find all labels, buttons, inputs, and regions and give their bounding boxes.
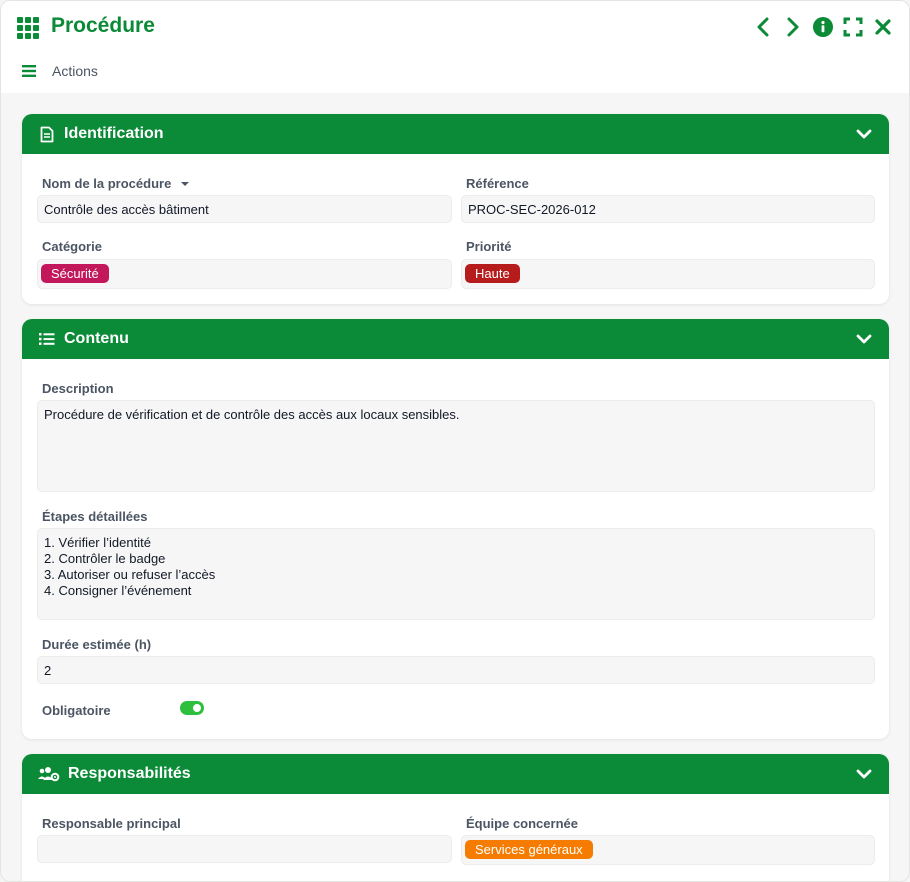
duration-field[interactable]: 2 — [37, 656, 875, 684]
responsibilities-header[interactable]: Responsabilités — [22, 754, 889, 794]
responsibilities-title: Responsabilités — [68, 765, 191, 782]
identification-header[interactable]: Identification — [22, 114, 889, 154]
chevron-right-icon — [787, 17, 799, 37]
chevron-down-icon[interactable] — [855, 125, 873, 143]
info-button[interactable] — [813, 15, 833, 39]
procedure-window: Procédure Actions Identification Nom de … — [0, 0, 910, 882]
reference-field[interactable]: PROC-SEC-2026-012 — [461, 195, 875, 223]
next-button[interactable] — [783, 15, 803, 39]
window-actions — [753, 15, 893, 39]
reference-label: Référence — [466, 176, 529, 191]
mandatory-label: Obligatoire — [42, 703, 111, 718]
chevron-down-icon[interactable] — [855, 330, 873, 348]
document-icon — [38, 125, 56, 143]
caret-down-icon[interactable] — [180, 180, 190, 188]
actions-menu[interactable]: Actions — [22, 63, 98, 79]
priority-high-tag: Haute — [465, 264, 520, 283]
info-icon — [813, 17, 833, 37]
content-section: Contenu Description Procédure de vérific… — [22, 319, 889, 739]
procedure-name-label[interactable]: Nom de la procédure — [42, 176, 190, 191]
priority-field[interactable]: Haute — [461, 259, 875, 289]
responsibilities-section: Responsabilités Responsable principal Éq… — [22, 754, 889, 881]
security-tag: Sécurité — [41, 264, 109, 283]
priority-label: Priorité — [466, 239, 512, 254]
hamburger-menu-icon — [22, 65, 36, 77]
duration-label: Durée estimée (h) — [42, 637, 152, 652]
chevron-left-icon — [757, 17, 769, 37]
team-label: Équipe concernée — [466, 816, 578, 831]
previous-button[interactable] — [753, 15, 773, 39]
team-field[interactable]: Services généraux — [461, 835, 875, 865]
top-bar: Procédure Actions — [1, 1, 909, 93]
procedure-name-label-text: Nom de la procédure — [42, 176, 172, 191]
steps-field[interactable]: 1. Vérifier l’identité 2. Contrôler le b… — [37, 528, 875, 620]
toggle-knob — [193, 704, 201, 712]
fullscreen-button[interactable] — [843, 15, 863, 39]
content-title: Contenu — [64, 330, 129, 347]
procedure-name-field[interactable]: Contrôle des accès bâtiment — [37, 195, 452, 223]
description-label: Description — [42, 381, 114, 396]
steps-label: Étapes détaillées — [42, 509, 148, 524]
mandatory-toggle[interactable] — [180, 701, 204, 715]
category-label: Catégorie — [42, 239, 102, 254]
identification-title: Identification — [64, 125, 164, 142]
apps-grid-icon[interactable] — [17, 17, 41, 39]
page-title: Procédure — [51, 14, 155, 37]
actions-label: Actions — [52, 63, 98, 79]
chevron-down-icon[interactable] — [855, 765, 873, 783]
main-responsible-field[interactable] — [37, 835, 452, 863]
team-tag: Services généraux — [465, 840, 593, 859]
identification-section: Identification Nom de la procédure Contr… — [22, 114, 889, 304]
description-field[interactable]: Procédure de vérification et de contrôle… — [37, 400, 875, 492]
close-button[interactable] — [873, 15, 893, 39]
main-responsible-label: Responsable principal — [42, 816, 181, 831]
category-field[interactable]: Sécurité — [37, 259, 452, 289]
users-cog-icon — [38, 765, 60, 783]
content-header[interactable]: Contenu — [22, 319, 889, 359]
list-icon — [38, 330, 56, 348]
expand-icon — [843, 17, 863, 37]
close-icon — [875, 19, 891, 35]
